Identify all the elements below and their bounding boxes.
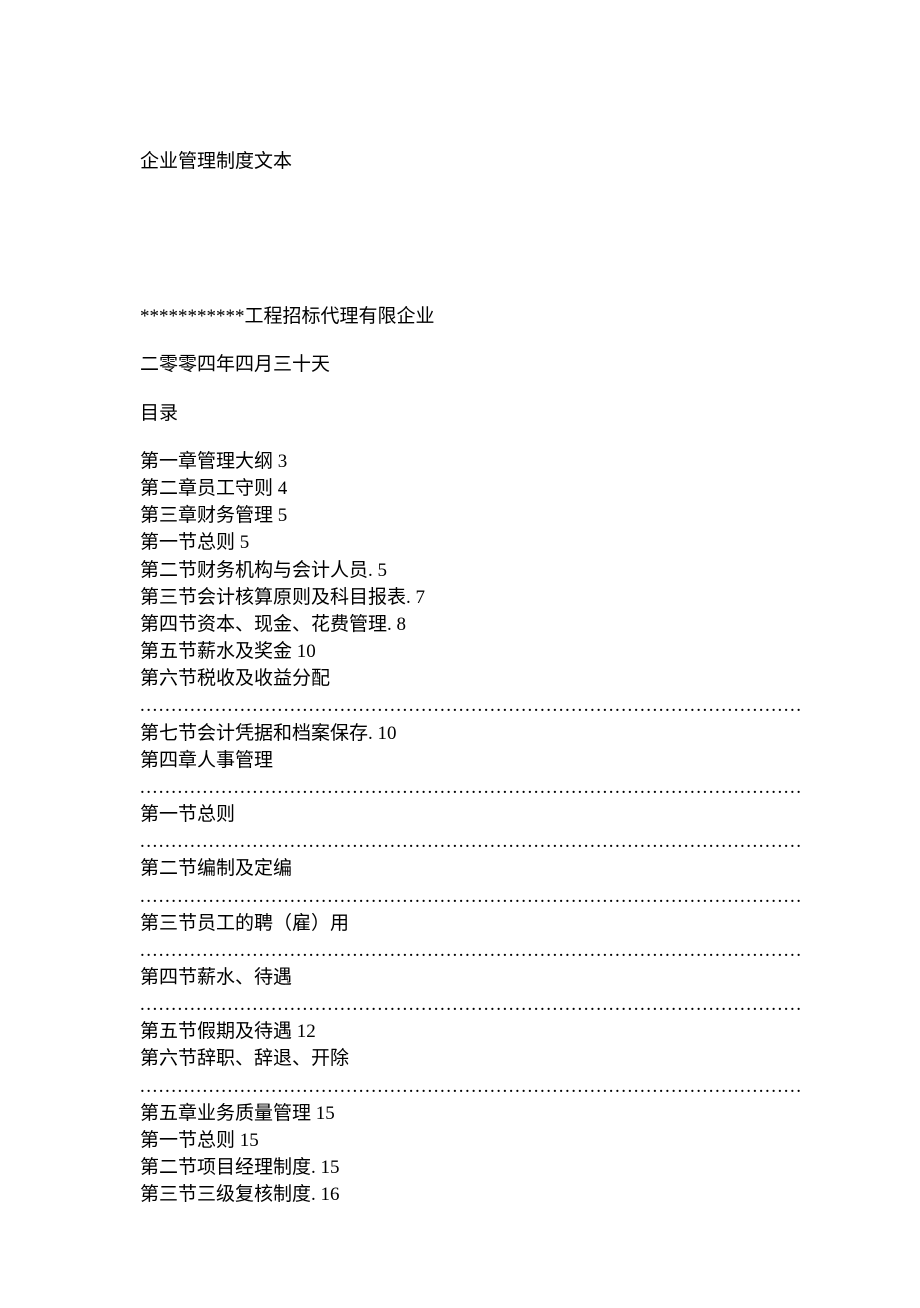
toc-entry: 第一节总则 5 xyxy=(140,529,802,556)
toc-entry: 第五章业务质量管理 15 xyxy=(140,1100,802,1127)
toc-entry: 第五节薪水及奖金 10 xyxy=(140,638,802,665)
toc-entry: 第六节辞职、辞退、开除 xyxy=(140,1045,802,1072)
document-title: 企业管理制度文本 xyxy=(140,148,802,177)
toc-entry: 第三节会计核算原则及科目报表. 7 xyxy=(140,584,802,611)
toc-dots: ........................................… xyxy=(140,828,802,855)
toc-dots: ........................................… xyxy=(140,1073,802,1100)
toc-entry: 第一章管理大纲 3 xyxy=(140,448,802,475)
toc-entry: 第一节总则 15 xyxy=(140,1127,802,1154)
toc-dots: ........................................… xyxy=(140,991,802,1018)
toc-entry: 第四节资本、现金、花费管理. 8 xyxy=(140,611,802,638)
toc-entry: 第二章员工守则 4 xyxy=(140,475,802,502)
toc-entry: 第七节会计凭据和档案保存. 10 xyxy=(140,720,802,747)
toc-entry: 第六节税收及收益分配 xyxy=(140,665,802,692)
toc-header: 目录 xyxy=(140,400,802,429)
toc-entry: 第二节编制及定编 xyxy=(140,855,802,882)
toc-entry: 第二节财务机构与会计人员. 5 xyxy=(140,557,802,584)
toc-entry: 第一节总则 xyxy=(140,801,802,828)
toc-dots: ........................................… xyxy=(140,774,802,801)
toc-entry: 第三节三级复核制度. 16 xyxy=(140,1181,802,1208)
toc-entry: 第四节薪水、待遇 xyxy=(140,964,802,991)
toc-dots: ........................................… xyxy=(140,692,802,719)
document-date: 二零零四年四月三十天 xyxy=(140,351,802,380)
toc-entry: 第三节员工的聘（雇）用 xyxy=(140,910,802,937)
toc-dots: ........................................… xyxy=(140,883,802,910)
toc-dots: ........................................… xyxy=(140,937,802,964)
table-of-contents: 第一章管理大纲 3第二章员工守则 4第三章财务管理 5第一节总则 5第二节财务机… xyxy=(140,448,802,1208)
toc-entry: 第四章人事管理 xyxy=(140,747,802,774)
toc-entry: 第二节项目经理制度. 15 xyxy=(140,1154,802,1181)
document-page: 企业管理制度文本 ***********工程招标代理有限企业 二零零四年四月三十… xyxy=(0,0,920,1308)
company-name: ***********工程招标代理有限企业 xyxy=(140,303,802,332)
toc-entry: 第五节假期及待遇 12 xyxy=(140,1018,802,1045)
toc-entry: 第三章财务管理 5 xyxy=(140,502,802,529)
